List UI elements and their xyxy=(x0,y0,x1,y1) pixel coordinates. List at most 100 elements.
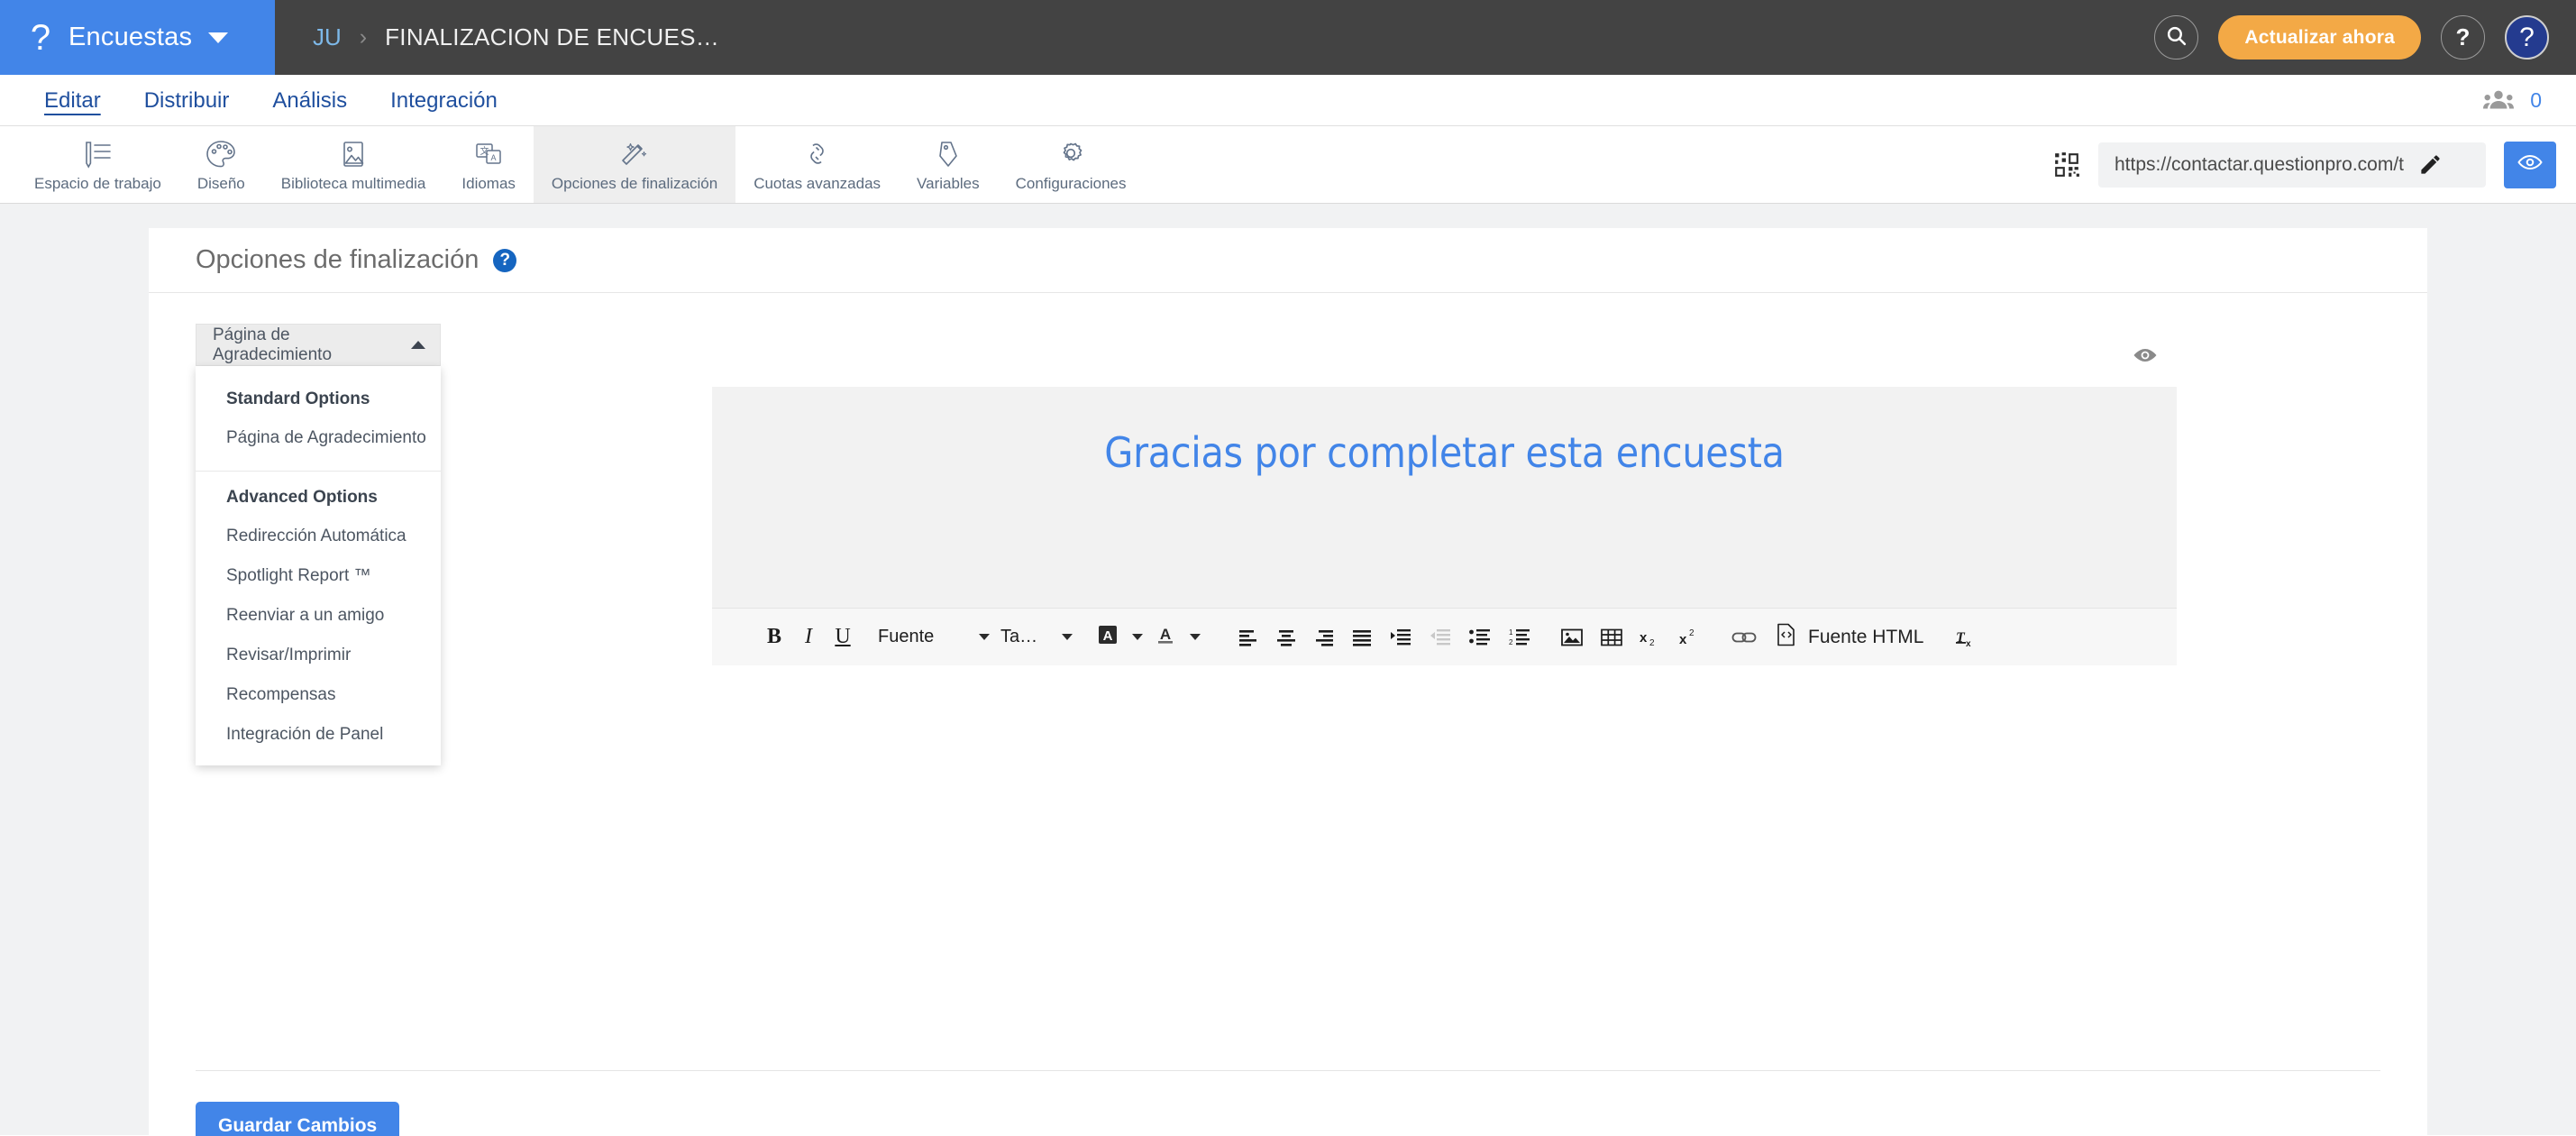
dropdown-item-pagina-de-agradecimiento[interactable]: Página de Agradecimiento xyxy=(196,418,441,458)
preview-survey-button[interactable] xyxy=(2504,141,2556,188)
dropdown-item-redireccion-automatica[interactable]: Redirección Automática xyxy=(196,517,441,556)
align-right-button[interactable] xyxy=(1305,609,1343,666)
page-title: FINALIZACION DE ENCUES… xyxy=(385,23,720,50)
panel-title: Opciones de finalización xyxy=(196,245,480,274)
highlight-color-icon: A xyxy=(1096,623,1119,651)
breadcrumb-root-link[interactable]: JU xyxy=(313,23,342,51)
font-size-select[interactable]: Ta… xyxy=(995,627,1078,647)
eye-icon xyxy=(2517,153,2543,176)
upgrade-now-button[interactable]: Actualizar ahora xyxy=(2218,15,2421,60)
dropdown-group-advanced-options: Advanced Options xyxy=(226,488,378,507)
svg-text:A: A xyxy=(1103,628,1113,644)
numbered-list-button[interactable]: 12 xyxy=(1500,609,1539,666)
chevron-up-icon xyxy=(411,341,425,349)
nav-tab-editar[interactable]: Editar xyxy=(23,75,123,126)
pencil-icon[interactable] xyxy=(2418,152,2443,177)
media-library-icon xyxy=(337,139,370,169)
avatar-initial-icon: ? xyxy=(2519,22,2535,52)
insert-table-button[interactable] xyxy=(1592,609,1631,666)
align-center-button[interactable] xyxy=(1267,609,1305,666)
bulleted-list-button[interactable] xyxy=(1460,609,1500,666)
brand-menu-button[interactable]: ? Encuestas xyxy=(0,0,275,75)
nav-tab-analisis[interactable]: Análisis xyxy=(251,75,369,126)
indent-decrease-button xyxy=(1420,609,1460,666)
toolbar-item-label: Opciones de finalización xyxy=(551,174,718,192)
nav-tab-label: Editar xyxy=(44,87,101,113)
toolbar-item-variables[interactable]: Variables xyxy=(899,126,998,203)
indent-increase-button[interactable] xyxy=(1381,609,1420,666)
save-button[interactable]: Guardar Cambios xyxy=(196,1102,400,1136)
avatar[interactable]: ? xyxy=(2505,15,2549,60)
people-icon[interactable] xyxy=(2483,89,2515,111)
header-actions: Actualizar ahora ? ? xyxy=(2154,15,2576,60)
survey-toolbar: Espacio de trabajo Diseño Biblioteca mul… xyxy=(0,126,2576,204)
help-icon[interactable]: ? xyxy=(493,248,517,272)
toolbar-item-biblioteca-multimedia[interactable]: Biblioteca multimedia xyxy=(263,126,444,203)
background-color-button[interactable]: A xyxy=(1091,623,1148,651)
svg-text:x: x xyxy=(1679,632,1687,647)
help-button[interactable]: ? xyxy=(2441,15,2485,60)
toolbar-item-label: Idiomas xyxy=(461,174,516,192)
nav-tab-integracion[interactable]: Integración xyxy=(369,75,519,126)
editor-format-toolbar: B I U Fuente Ta… A A 1 2 x 2 x 2 Fuente … xyxy=(712,608,2177,665)
tag-icon xyxy=(932,139,964,169)
finish-option-dropdown-menu: Standard Options Página de Agradecimient… xyxy=(196,366,441,765)
top-header-bar: ? Encuestas JU › FINALIZACION DE ENCUES…… xyxy=(0,0,2576,75)
dropdown-item-recompensas[interactable]: Recompensas xyxy=(196,675,441,715)
font-family-value: Fuente xyxy=(878,627,935,646)
chevron-down-icon xyxy=(1062,634,1073,640)
remove-format-button[interactable]: T x xyxy=(1947,609,1987,666)
html-source-button[interactable]: Fuente HTML xyxy=(1765,623,1934,651)
finish-option-selected-value: Página de Agradecimiento xyxy=(213,325,333,364)
brand-label: Encuestas xyxy=(69,23,193,51)
search-button[interactable] xyxy=(2154,15,2199,60)
editor-content-area[interactable]: Gracias por completar esta encuesta xyxy=(712,387,2177,608)
qr-code-icon[interactable] xyxy=(2053,151,2080,179)
chevron-down-icon xyxy=(1132,634,1143,640)
toolbar-item-label: Variables xyxy=(917,174,980,192)
text-color-button[interactable]: A xyxy=(1148,623,1206,651)
align-left-button[interactable] xyxy=(1229,609,1267,666)
svg-text:1: 1 xyxy=(1509,628,1513,637)
code-file-icon xyxy=(1776,623,1797,651)
subscript-button[interactable]: x2 xyxy=(1631,609,1671,666)
chevron-down-icon xyxy=(208,32,229,43)
dropdown-item-revisar-imprimir[interactable]: Revisar/Imprimir xyxy=(196,636,441,675)
insert-image-button[interactable] xyxy=(1552,609,1592,666)
align-justify-button[interactable] xyxy=(1343,609,1381,666)
html-source-label: Fuente HTML xyxy=(1808,626,1924,647)
nav-tab-distribuir[interactable]: Distribuir xyxy=(123,75,251,126)
gear-icon xyxy=(1055,139,1087,169)
survey-url-value: https://contactar.questionpro.com/t xyxy=(2115,153,2405,175)
dropdown-item-reenviar-a-un-amigo[interactable]: Reenviar a un amigo xyxy=(196,596,441,636)
font-size-value: Ta… xyxy=(1000,627,1038,646)
superscript-button[interactable]: x2 xyxy=(1671,609,1711,666)
dropdown-group-standard-options: Standard Options xyxy=(226,389,370,408)
toolbar-item-cuotas-avanzadas[interactable]: Cuotas avanzadas xyxy=(735,126,899,203)
survey-url-field[interactable]: https://contactar.questionpro.com/t xyxy=(2098,142,2486,188)
svg-text:A: A xyxy=(1160,626,1171,643)
thank-you-message: Gracias por completar esta encuesta xyxy=(1104,428,1785,477)
dropdown-item-integracion-de-panel[interactable]: Integración de Panel xyxy=(196,715,441,755)
chevron-down-icon xyxy=(1190,634,1201,640)
toolbar-item-diseno[interactable]: Diseño xyxy=(179,126,263,203)
svg-text:2: 2 xyxy=(1509,638,1513,646)
insert-link-button[interactable] xyxy=(1723,609,1765,666)
toolbar-item-opciones-de-finalizacion[interactable]: Opciones de finalización xyxy=(533,126,736,203)
font-family-select[interactable]: Fuente xyxy=(872,627,995,647)
dropdown-item-spotlight-report[interactable]: Spotlight Report ™ xyxy=(196,556,441,596)
collaborators-area: 0 xyxy=(2483,88,2576,113)
svg-text:文: 文 xyxy=(480,145,489,157)
underline-button[interactable]: U xyxy=(826,609,860,666)
toolbar-item-idiomas[interactable]: 文 A Idiomas xyxy=(443,126,534,203)
bold-button[interactable]: B xyxy=(757,609,791,666)
finish-option-select[interactable]: Página de Agradecimiento xyxy=(196,324,441,366)
question-mark-icon: ? xyxy=(2455,23,2471,50)
toolbar-item-configuraciones[interactable]: Configuraciones xyxy=(998,126,1145,203)
eye-icon[interactable] xyxy=(2132,346,2159,364)
nav-tab-label: Análisis xyxy=(272,87,348,113)
thank-you-editor: Gracias por completar esta encuesta B I … xyxy=(712,324,2177,665)
toolbar-item-espacio-de-trabajo[interactable]: Espacio de trabajo xyxy=(16,126,179,203)
page-body: Opciones de finalización ? Página de Agr… xyxy=(0,204,2576,1136)
italic-button[interactable]: I xyxy=(791,609,826,666)
